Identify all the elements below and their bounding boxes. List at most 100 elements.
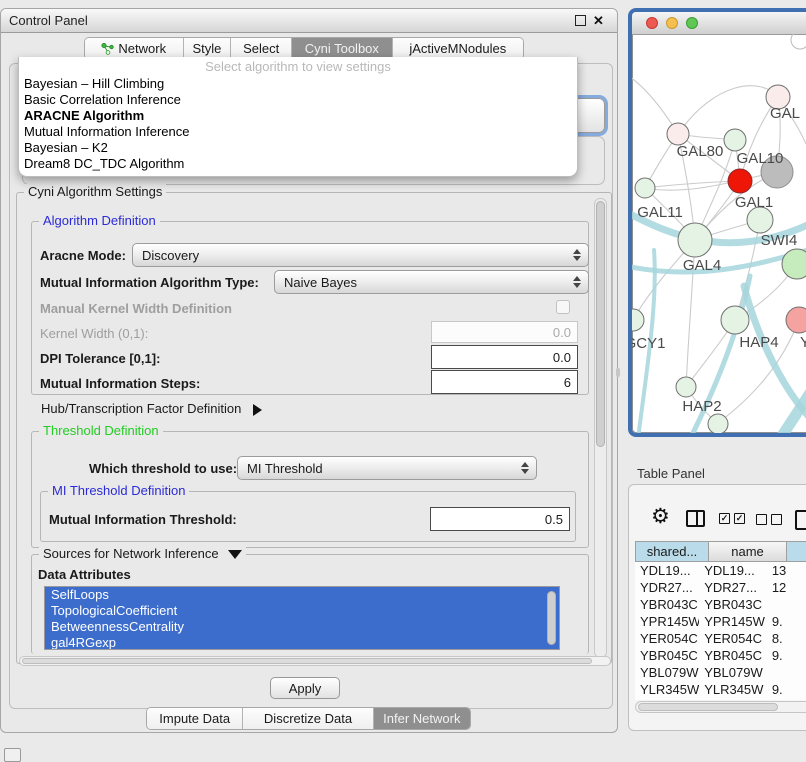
network-node-label: GAL10 [737, 150, 784, 167]
network-node[interactable] [786, 307, 806, 333]
algorithm-dropdown-placeholder: Select algorithm to view settings [19, 57, 577, 76]
algorithm-option[interactable]: Mutual Information Inference [19, 124, 577, 140]
select-all-checkbox-icon[interactable]: ✓ [719, 513, 730, 524]
network-node[interactable] [667, 123, 689, 145]
mi-type-combo[interactable]: Naive Bayes [274, 270, 589, 294]
table-row[interactable]: YBR043CYBR043C [635, 596, 806, 613]
network-node[interactable] [632, 309, 644, 331]
column-header-name[interactable]: name [709, 541, 787, 562]
table-cell: 9. [767, 681, 806, 698]
settings-hscrollbar[interactable] [19, 656, 611, 666]
dpi-tolerance-field[interactable]: 0.0 [431, 345, 578, 369]
table-row[interactable]: YIL052CYIL052C9. [635, 698, 806, 700]
network-canvas[interactable]: GALGAL80GAL10GAL1GAL11SWI4GAL4GCY1HAP4YH… [632, 34, 806, 433]
tab-impute-data[interactable]: Impute Data [147, 708, 243, 729]
tab-jactivemnodules[interactable]: jActiveMNodules [393, 38, 523, 59]
close-window-icon[interactable] [646, 17, 658, 29]
network-window-titlebar [632, 12, 806, 35]
kernel-width-field[interactable]: 0.0 [431, 321, 578, 343]
algorithm-dropdown[interactable]: Select algorithm to view settings Bayesi… [18, 57, 578, 177]
network-node[interactable] [708, 414, 728, 433]
settings-vscrollbar[interactable] [594, 198, 607, 658]
network-node-label: HAP4 [739, 334, 778, 351]
data-attributes-list[interactable]: SelfLoopsTopologicalCoefficientBetweenne… [44, 586, 560, 650]
table-row[interactable]: YPR145WYPR145W9. [635, 613, 806, 630]
mi-threshold-field[interactable]: 0.5 [430, 507, 570, 531]
columns-icon[interactable] [686, 510, 705, 527]
tab-cyni-toolbox[interactable]: Cyni Toolbox [292, 38, 393, 59]
aracne-mode-value: Discovery [142, 248, 199, 263]
table-body[interactable]: YDL19...YDL19...13YDR27...YDR27...12YBR0… [635, 562, 806, 700]
table-panel-window: ⚙ ✓ ✓ shared... name A YDL19...YDL19...1… [628, 484, 806, 731]
manual-kernel-checkbox[interactable] [556, 300, 570, 314]
network-edge [645, 172, 777, 190]
select-all-checkbox-icon[interactable]: ✓ [734, 513, 745, 524]
table-row[interactable]: YLR345WYLR345W9. [635, 681, 806, 698]
network-node[interactable] [676, 377, 696, 397]
tab-infer-network[interactable]: Infer Network [374, 708, 470, 729]
kernel-width-value: 0.0 [553, 325, 571, 340]
algorithm-option[interactable]: Basic Correlation Inference [19, 92, 577, 108]
column-header-shared-name[interactable]: shared... [635, 541, 709, 562]
restore-panel-button[interactable] [4, 748, 21, 762]
export-table-icon[interactable] [795, 510, 806, 530]
gear-icon[interactable]: ⚙ [651, 507, 670, 527]
tab-style[interactable]: Style [184, 38, 232, 59]
attribute-list-item[interactable]: gal4RGexp [45, 635, 559, 650]
algorithm-option[interactable]: Bayesian – K2 [19, 140, 577, 156]
network-node-label: GAL80 [677, 143, 724, 160]
table-row[interactable]: YBR045CYBR045C9. [635, 647, 806, 664]
deselect-all-checkbox-icon[interactable] [771, 514, 782, 525]
network-node[interactable] [635, 178, 655, 198]
table-cell: YBR043C [635, 596, 699, 613]
tab-discretize-data[interactable]: Discretize Data [243, 708, 373, 729]
tab-network[interactable]: Network [85, 38, 184, 59]
table-hscrollbar-thumb[interactable] [638, 703, 778, 711]
tab-network-label: Network [118, 38, 166, 59]
table-cell: YLR345W [635, 681, 699, 698]
hub-definition-toggle[interactable]: Hub/Transcription Factor Definition [41, 401, 262, 416]
minimize-window-icon[interactable] [666, 17, 678, 29]
table-row[interactable]: YBL079WYBL079W [635, 664, 806, 681]
column-header-extra[interactable]: A [787, 541, 806, 562]
tab-infer-network-label: Infer Network [383, 708, 460, 729]
network-node[interactable] [721, 306, 749, 334]
settings-hscrollbar-thumb[interactable] [22, 658, 592, 664]
network-edge [678, 86, 778, 134]
settings-vscrollbar-thumb[interactable] [596, 201, 605, 447]
attributes-vscrollbar-thumb[interactable] [547, 591, 556, 645]
network-node-label: HAP2 [682, 398, 721, 415]
attribute-list-item[interactable]: SelfLoops [45, 587, 559, 603]
network-node[interactable] [678, 223, 712, 257]
network-node[interactable] [791, 34, 806, 49]
algorithm-option[interactable]: Dream8 DC_TDC Algorithm [19, 156, 577, 172]
algorithm-option[interactable]: ARACNE Algorithm [19, 108, 577, 124]
table-cell: 8. [767, 630, 806, 647]
table-hscrollbar[interactable] [635, 701, 806, 713]
network-node[interactable] [782, 249, 806, 279]
float-panel-icon[interactable] [575, 15, 586, 26]
table-row[interactable]: YER054CYER054C8. [635, 630, 806, 647]
split-pane-handle[interactable] [616, 368, 620, 377]
attribute-list-item[interactable]: BetweennessCentrality [45, 619, 559, 635]
network-node[interactable] [724, 129, 746, 151]
aracne-mode-combo[interactable]: Discovery [132, 243, 589, 267]
deselect-all-checkbox-icon[interactable] [756, 514, 767, 525]
which-threshold-combo[interactable]: MI Threshold [237, 456, 537, 480]
apply-button-label: Apply [289, 681, 322, 696]
close-panel-icon[interactable]: ✕ [593, 9, 604, 32]
table-row[interactable]: YDR27...YDR27...12 [635, 579, 806, 596]
network-node-label: GAL11 [637, 204, 683, 221]
apply-button[interactable]: Apply [270, 677, 340, 699]
control-panel-title: Control Panel [9, 9, 88, 32]
attribute-list-item[interactable]: TopologicalCoefficient [45, 603, 559, 619]
algorithm-option[interactable]: Bayesian – Hill Climbing [19, 76, 577, 92]
network-node[interactable] [728, 169, 752, 193]
sources-group-title[interactable]: Sources for Network Inference [39, 546, 246, 561]
zoom-window-icon[interactable] [686, 17, 698, 29]
table-cell: 12 [767, 579, 806, 596]
tab-select[interactable]: Select [231, 38, 292, 59]
combo-arrows-icon [573, 276, 581, 288]
mi-steps-field[interactable]: 6 [431, 370, 578, 394]
table-row[interactable]: YDL19...YDL19...13 [635, 562, 806, 579]
